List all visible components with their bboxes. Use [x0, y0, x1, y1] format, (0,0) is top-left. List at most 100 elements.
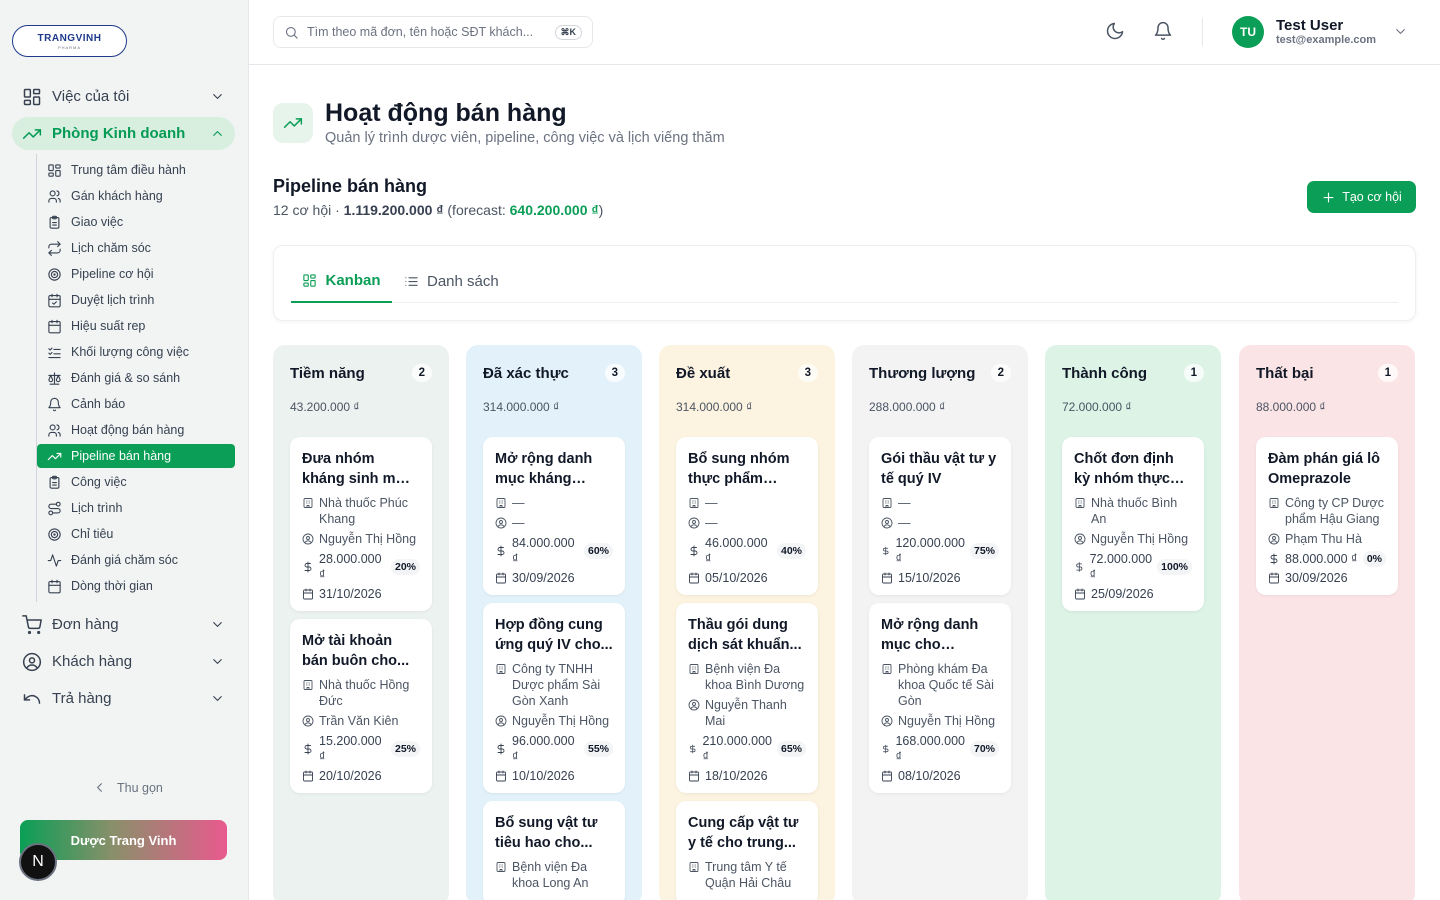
card-customer-text: Nhà thuốc Phúc Khang: [319, 496, 408, 526]
page-title-icon: [273, 103, 313, 143]
card-rep: —: [881, 515, 999, 531]
sidebar-group-my-work[interactable]: Việc của tôi: [12, 80, 235, 113]
calendar-icon: [496, 572, 506, 584]
section-title: Pipeline bán hàng: [273, 176, 428, 196]
column-header: Thành công 1: [1062, 345, 1204, 397]
scale-icon: [48, 371, 61, 385]
calendar-icon: [303, 770, 313, 782]
column-count-badge: 3: [797, 364, 818, 382]
sidebar-item-workload[interactable]: Khối lượng công việc: [37, 340, 235, 364]
card-date: 18/10/2026: [688, 769, 806, 783]
sidebar-item-assign-tasks[interactable]: Giao việc: [37, 210, 235, 234]
sidebar-item-pipeline-opportunities[interactable]: Pipeline cơ hội: [37, 262, 235, 286]
card-value: 72.000.000 ₫ 100%: [1074, 551, 1192, 583]
sidebar-group-customers[interactable]: Khách hàng: [12, 645, 235, 678]
user-name[interactable]: Test User: [1276, 17, 1343, 34]
calendar-icon: [689, 572, 699, 584]
sidebar-item-targets[interactable]: Chỉ tiêu: [37, 522, 235, 546]
sidebar-item-evaluation[interactable]: Đánh giá & so sánh: [37, 366, 235, 390]
dollar-icon: [883, 744, 889, 754]
route-icon: [48, 501, 61, 515]
sidebar-item-sales-activity[interactable]: Hoạt động bán hàng: [37, 418, 235, 442]
page-subtitle: Quản lý trình dược viên, pipeline, công …: [325, 130, 725, 146]
opportunity-card[interactable]: Thầu gói dung dịch sát khuẩn... Bệnh việ…: [676, 603, 818, 793]
dev-tools-badge[interactable]: N: [19, 843, 57, 881]
tab-kanban[interactable]: Kanban: [291, 264, 392, 303]
collapse-label: Thu gọn: [117, 780, 163, 795]
opportunity-card[interactable]: Gói thầu vật tư y tế quý IV — — 120.000.00…: [869, 437, 1011, 595]
theme-toggle-button[interactable]: [1105, 21, 1125, 41]
card-customer: —: [495, 495, 613, 511]
kanban-column: Tiềm năng 2 43.200.000 ₫ Đưa nhóm kháng …: [273, 345, 449, 900]
opportunity-card[interactable]: Mở rộng danh mục cho phòng... Phòng khám…: [869, 603, 1011, 793]
card-rep-text: Nguyễn Thị Hồng: [898, 714, 996, 728]
sidebar-item-care-evaluation[interactable]: Đánh giá chăm sóc: [37, 548, 235, 572]
sidebar-item-rep-performance[interactable]: Hiệu suất rep: [37, 314, 235, 338]
building-icon: [496, 664, 506, 674]
chevron-down-icon: [213, 659, 222, 664]
notifications-button[interactable]: [1153, 21, 1173, 41]
column-title: Thất bại: [1256, 364, 1314, 382]
card-date-text: 30/09/2026: [512, 571, 575, 585]
sidebar-item-control-center[interactable]: Trung tâm điều hành: [37, 158, 235, 182]
sidebar-item-sales-pipeline[interactable]: Pipeline bán hàng: [37, 444, 235, 468]
card-customer: Nhà thuốc Hồng Đức: [302, 677, 420, 709]
sidebar-item-alerts[interactable]: Cảnh báo: [37, 392, 235, 416]
opportunity-card[interactable]: Đàm phán giá lô Omeprazole Công ty CP Dư…: [1256, 437, 1398, 595]
sidebar-item-timeline[interactable]: Dòng thời gian: [37, 574, 235, 598]
header-divider: [1202, 18, 1203, 46]
building-icon: [1075, 498, 1085, 508]
card-amount: 84.000.000 ₫: [512, 536, 575, 566]
user-menu-button[interactable]: [1393, 24, 1408, 39]
search-icon: [285, 26, 298, 39]
sidebar-item-tasks[interactable]: Công việc: [37, 470, 235, 494]
sidebar-item-care-schedule[interactable]: Lịch chăm sóc: [37, 236, 235, 260]
column-header: Thất bại 1: [1256, 345, 1398, 397]
opportunity-card[interactable]: Hợp đồng cung ứng quý IV cho... Công ty …: [483, 603, 625, 793]
sidebar-item-routes[interactable]: Lịch trình: [37, 496, 235, 520]
opportunity-card[interactable]: Bổ sung vật tư tiêu hao cho... Bệnh viện…: [483, 801, 625, 900]
user-circle-icon: [302, 533, 314, 545]
dollar-icon: [304, 743, 312, 755]
dollar-icon: [690, 744, 696, 754]
tab-label: Danh sách: [427, 273, 499, 290]
sidebar-item-approve-routes[interactable]: Duyệt lịch trình: [37, 288, 235, 312]
opportunity-card[interactable]: Chốt đơn định kỳ nhóm thực phẩ... Nhà th…: [1062, 437, 1204, 611]
dollar-icon: [304, 561, 312, 573]
opportunity-card[interactable]: Mở tài khoản bán buôn cho... Nhà thuốc H…: [290, 619, 432, 793]
card-date: 20/10/2026: [302, 769, 420, 783]
opportunity-card[interactable]: Đưa nhóm kháng sinh mới vào... Nhà thuốc…: [290, 437, 432, 611]
card-title: Thầu gói dung dịch sát khuẩn...: [688, 617, 802, 653]
create-opportunity-button[interactable]: Tạo cơ hội: [1307, 181, 1416, 213]
sidebar-item-label: Trung tâm điều hành: [71, 163, 186, 177]
probability-badge: 40%: [776, 543, 806, 559]
sidebar-item-label: Chỉ tiêu: [71, 527, 114, 541]
chevron-left-icon: [97, 783, 102, 792]
calendar-icon: [882, 770, 892, 782]
card-value: 28.000.000 ₫ 20%: [302, 551, 420, 583]
opportunity-card[interactable]: Mở rộng danh mục kháng sinh... — — 84.000.…: [483, 437, 625, 595]
user-circle-icon: [495, 715, 507, 727]
search-shortcut: ⌘K: [554, 24, 582, 40]
card-amount: 120.000.000 ₫: [895, 536, 965, 566]
tab-list[interactable]: Danh sách: [404, 264, 499, 303]
avatar[interactable]: TU: [1232, 16, 1264, 48]
card-rep: —: [495, 515, 613, 531]
search-input[interactable]: Tìm theo mã đơn, tên hoặc SĐT khách...: [307, 25, 555, 39]
search-box[interactable]: Tìm theo mã đơn, tên hoặc SĐT khách... ⌘…: [273, 16, 593, 48]
card-value: 120.000.000 ₫ 75%: [881, 535, 999, 567]
sidebar: TRANGVINH PHARMA Việc của tôi Phòng Kinh…: [0, 0, 249, 900]
sidebar-item-label: Giao việc: [71, 215, 124, 229]
card-value: 168.000.000 ₫ 70%: [881, 733, 999, 765]
column-count-badge: 2: [990, 364, 1011, 382]
sidebar-group-returns[interactable]: Trả hàng: [12, 682, 235, 715]
opportunity-card[interactable]: Bổ sung nhóm thực phẩm chứ... — — 46.000.0…: [676, 437, 818, 595]
brand-logo[interactable]: TRANGVINH PHARMA: [12, 25, 127, 57]
probability-badge: 100%: [1157, 559, 1192, 575]
card-customer-text: Trung tâm Y tế Quận Hải Châu: [705, 860, 792, 890]
opportunity-card[interactable]: Cung cấp vật tư y tế cho trung... Trung …: [676, 801, 818, 900]
sidebar-group-sales-dept[interactable]: Phòng Kinh doanh: [12, 117, 235, 150]
sidebar-group-orders[interactable]: Đơn hàng: [12, 608, 235, 641]
collapse-sidebar-button[interactable]: Thu gọn: [92, 780, 163, 795]
sidebar-item-assign-customers[interactable]: Gán khách hàng: [37, 184, 235, 208]
